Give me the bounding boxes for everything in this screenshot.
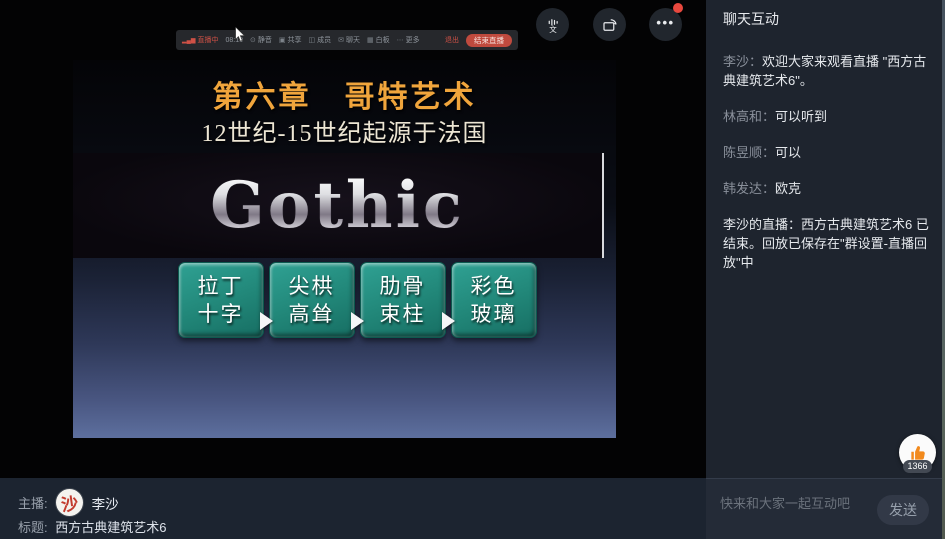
flow-arrow-icon [260,312,273,330]
flow-box-label: 尖栱 高耸 [289,272,335,329]
chat-sender-name: 韩发达： [723,181,775,196]
toolbar-item-成员: ◫成员 [309,35,332,45]
flow-box-label: 拉丁 十字 [198,272,244,329]
stream-title-label: 标题: [18,520,48,535]
flow-arrow-icon [351,312,364,330]
like-count-badge: 1366 [903,460,932,473]
flow-box-label: 彩色 玻璃 [471,272,517,329]
toolbar-item-共享: ▣共享 [279,35,302,45]
subtitle-translate-icon: 文 [544,16,562,34]
slide-subtitle: 12世纪-15世纪起源于法国 [73,113,616,148]
host-label: 主播: [18,493,48,512]
notification-dot [673,3,683,13]
chat-message: 李沙的直播：西方古典建筑艺术6 已结束。回放已保存在"群设置-直播回放"中 [723,215,929,272]
shared-screen-toolbar: ▂▄▆ 直播中 08:10 ⊙静音▣共享◫成员✉聊天▦白板⋯更多 退出 结束直播 [176,30,518,50]
send-button[interactable]: 发送 [877,495,929,525]
presentation-slide: 第六章 哥特艺术 12世纪-15世纪起源于法国 Gothic 拉丁 十字尖栱 高… [73,60,616,438]
chat-message: 韩发达：欧克 [723,179,929,198]
svg-text:文: 文 [549,23,557,33]
end-live-pill: 结束直播 [466,34,512,47]
mouse-cursor [234,27,246,43]
live-status: ▂▄▆ 直播中 [182,35,218,45]
chat-sidebar: 聊天互动 李沙：欢迎大家来观看直播 "西方古典建筑艺术6"。林高和：可以听到陈昱… [706,0,945,478]
toolbar-item-聊天: ✉聊天 [338,35,360,45]
video-surface[interactable]: ▂▄▆ 直播中 08:10 ⊙静音▣共享◫成员✉聊天▦白板⋯更多 退出 结束直播… [0,0,706,478]
flow-box: 肋骨 束柱 [360,262,446,338]
chat-sender-name: 林高和： [723,109,775,124]
chat-message-list[interactable]: 李沙：欢迎大家来观看直播 "西方古典建筑艺术6"。林高和：可以听到陈昱顺：可以韩… [723,52,929,272]
chat-input[interactable] [720,491,875,515]
flow-box: 尖栱 高耸 [269,262,355,338]
avatar-seal-glyph: 沙 [59,489,79,516]
chat-message: 林高和：可以听到 [723,107,929,126]
rotate-screen-button[interactable] [593,8,626,41]
chat-message-text: 可以 [775,145,801,160]
stream-title-value: 西方古典建筑艺术6 [55,520,166,535]
toolbar-items: ⊙静音 ▣共享 ◫成员 ✉聊天 ▦白板 ⋯更多 [250,35,420,45]
rotate-screen-icon [601,16,619,34]
flow-box: 彩色 玻璃 [451,262,537,338]
flow-diagram: 拉丁 十字尖栱 高耸肋骨 束柱彩色 玻璃 [165,262,549,338]
live-signal-icon: ▂▄▆ [182,37,195,44]
more-dots-icon: ••• [656,15,674,34]
chat-sender-name: 李沙的直播： [723,217,801,232]
host-name: 李沙 [92,493,119,513]
slide-chapter-title: 第六章 哥特艺术 [73,72,616,116]
flow-arrow-icon [442,312,455,330]
chat-message: 李沙：欢迎大家来观看直播 "西方古典建筑艺术6"。 [723,52,929,90]
chat-message: 陈昱顺：可以 [723,143,929,162]
flow-box-label: 肋骨 束柱 [380,272,426,329]
chat-header: 聊天互动 [706,0,945,29]
toolbar-item-白板: ▦白板 [367,35,390,45]
like-button[interactable]: 1366 [899,434,937,476]
chat-input-bar: 发送 [706,478,945,539]
chat-message-text: 欧克 [775,181,801,196]
toolbar-item-更多: ⋯更多 [397,35,420,45]
host-avatar[interactable]: 沙 [56,489,83,516]
subtitle-translate-button[interactable]: 文 [536,8,569,41]
live-stream-window: ▂▄▆ 直播中 08:10 ⊙静音▣共享◫成员✉聊天▦白板⋯更多 退出 结束直播… [0,0,945,539]
exit-label: 退出 [445,35,459,45]
toolbar-item-静音: ⊙静音 [250,35,272,45]
chat-message-text: 可以听到 [775,109,827,124]
chat-sender-name: 李沙： [723,54,762,69]
gothic-hero-image: Gothic [73,153,604,258]
flow-box: 拉丁 十字 [178,262,264,338]
host-info-bar: 主播: 沙 李沙 标题: 西方古典建筑艺术6 [0,478,706,539]
gothic-word: Gothic [210,168,465,243]
chat-sender-name: 陈昱顺： [723,145,775,160]
